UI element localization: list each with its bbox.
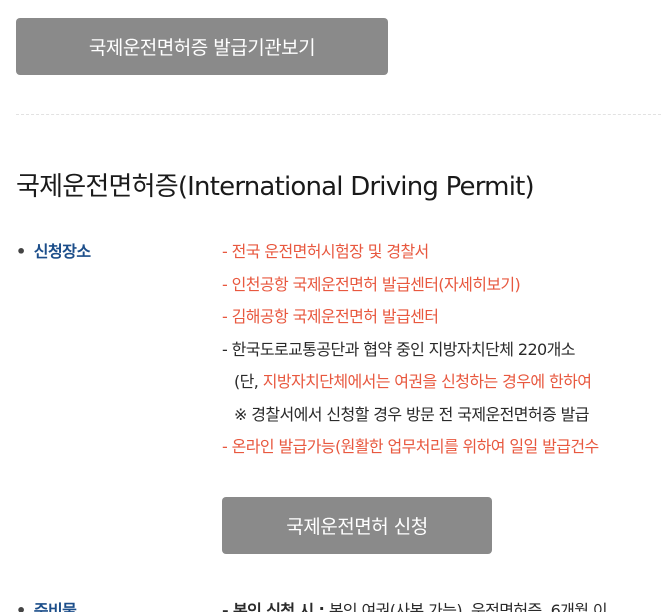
location-item-test-centers: - 전국 운전면허시험장 및 경찰서 [222,242,429,261]
documents-self-label: - 본인 신청 시 : [222,601,325,612]
note-prefix: (단, [234,372,263,391]
documents-label-row: • 준비물 [16,597,77,612]
issuing-agencies-button[interactable]: 국제운전면허증 발급기관보기 [16,18,388,75]
bullet-dot-icon: • [16,242,26,261]
location-item-local-gov-note: (단, 지방자치단체에서는 여권을 신청하는 경우에 한하여 [234,368,592,392]
location-label-row: • 신청장소 [16,238,91,262]
page: 국제운전면허증 발급기관보기 국제운전면허증(International Dri… [0,0,661,612]
location-item-incheon-airport[interactable]: - 인천공항 국제운전면허 발급센터(자세히보기) [222,271,521,295]
bullet-dot-icon: • [16,601,26,612]
documents-self-text: 본인 여권(사본 가능), 운전면허증, 6개월 이 [324,601,608,612]
page-title: 국제운전면허증(International Driving Permit) [16,172,535,202]
location-item-gimhae-airport: - 김해공항 국제운전면허 발급센터 [222,307,439,326]
apply-license-button[interactable]: 국제운전면허 신청 [222,497,492,554]
location-item-online: - 온라인 발급가능(원활한 업무처리를 위하여 일일 발급건수 [222,437,599,456]
documents-label: 준비물 [33,601,77,612]
location-label: 신청장소 [33,242,91,261]
note-red-text: 지방자치단체에서는 여권을 신청하는 경우에 한하여 [262,372,592,391]
location-item-local-governments: - 한국도로교통공단과 협약 중인 지방자치단체 220개소 [222,340,575,359]
location-item-police-note: ※ 경찰서에서 신청할 경우 방문 전 국제운전면허증 발급 [234,405,589,424]
section-divider [16,114,661,115]
documents-item-self: - 본인 신청 시 : 본인 여권(사본 가능), 운전면허증, 6개월 이 [222,597,608,612]
